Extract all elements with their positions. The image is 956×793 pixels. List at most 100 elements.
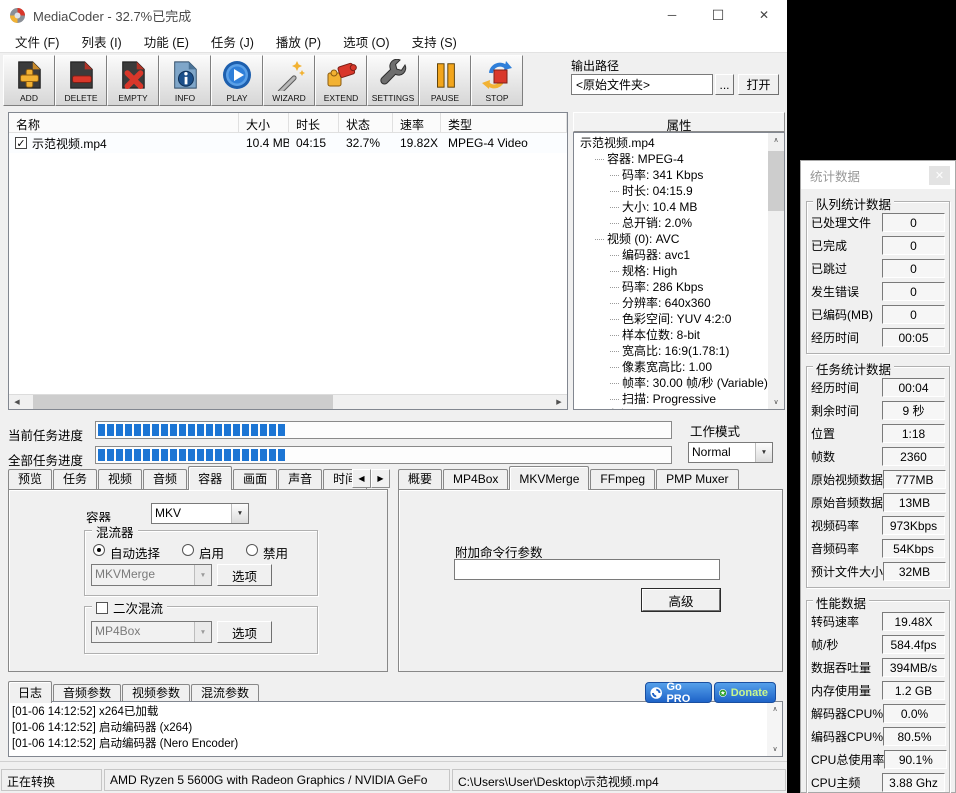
maximize-button[interactable]: ☐ [695, 0, 741, 30]
menu-item-4[interactable]: 播放 (P) [265, 30, 332, 53]
extra-params-input[interactable] [454, 559, 720, 580]
vertical-scrollbar[interactable]: ∧ ∨ [768, 133, 784, 409]
donate-button[interactable]: Donate [714, 682, 776, 703]
toolbar-button-empty[interactable]: EMPTY [107, 55, 159, 106]
tree-item[interactable]: 编码器: avc1 [574, 247, 768, 263]
tab-MKVMerge[interactable]: MKVMerge [509, 466, 589, 490]
menu-item-5[interactable]: 选项 (O) [332, 30, 401, 53]
radio-icon[interactable] [246, 544, 258, 556]
scroll-up-icon[interactable]: ∧ [768, 133, 784, 147]
properties-header[interactable]: 属性 [573, 112, 785, 132]
tree-item[interactable]: 规格: High [574, 263, 768, 279]
tree-item[interactable]: 时长: 04:15.9 [574, 183, 768, 199]
tab-画面[interactable]: 画面 [233, 469, 277, 489]
advanced-button[interactable]: 高级 [642, 589, 720, 611]
toolbar-button-settings[interactable]: SETTINGS [367, 55, 419, 106]
toolbar-button-delete[interactable]: DELETE [55, 55, 107, 106]
tree-item[interactable]: 像素宽高比: 1.00 [574, 359, 768, 375]
column-header-0[interactable]: 名称 [9, 113, 239, 132]
tab-视频参数[interactable]: 视频参数 [122, 684, 190, 702]
tree-item[interactable]: 宽高比: 16:9(1.78:1) [574, 343, 768, 359]
radio-icon[interactable] [182, 544, 194, 556]
radio-启用[interactable]: 启用 [182, 543, 224, 562]
scroll-up-icon[interactable]: ∧ [767, 702, 783, 716]
chevron-down-icon[interactable]: ▼ [755, 443, 772, 462]
minimize-button[interactable]: ─ [649, 0, 695, 30]
tab-scroll-left-icon[interactable]: ◀ [352, 469, 371, 488]
column-header-5[interactable]: 类型 [441, 113, 567, 132]
tab-PMP Muxer[interactable]: PMP Muxer [656, 469, 738, 489]
radio-icon[interactable] [93, 544, 105, 556]
scroll-left-icon[interactable]: ◀ [9, 395, 25, 409]
menu-item-6[interactable]: 支持 (S) [401, 30, 468, 53]
tree-item[interactable]: 视频 (0): AVC [574, 231, 768, 247]
scrollbar-thumb[interactable] [768, 151, 784, 211]
chevron-down-icon[interactable]: ▼ [231, 504, 248, 523]
column-header-3[interactable]: 状态 [339, 113, 393, 132]
tab-音频参数[interactable]: 音频参数 [53, 684, 121, 702]
menu-item-2[interactable]: 功能 (E) [133, 30, 200, 53]
scrollbar-thumb[interactable] [33, 395, 333, 409]
tab-预览[interactable]: 预览 [8, 469, 52, 489]
column-header-4[interactable]: 速率 [393, 113, 441, 132]
menu-item-0[interactable]: 文件 (F) [4, 30, 70, 53]
close-icon[interactable]: ✕ [929, 166, 950, 185]
output-path-input[interactable] [571, 74, 713, 95]
remux-muxer-select[interactable]: MP4Box ▼ [91, 621, 212, 643]
tab-混流参数[interactable]: 混流参数 [191, 684, 259, 702]
remux-options-button[interactable]: 选项 [217, 621, 272, 643]
open-button[interactable]: 打开 [738, 74, 779, 95]
container-format-select[interactable]: MKV ▼ [151, 503, 249, 524]
scroll-right-icon[interactable]: ▶ [551, 395, 567, 409]
remux-checkbox[interactable] [96, 602, 108, 614]
toolbar-button-info[interactable]: INFO [159, 55, 211, 106]
browse-button[interactable]: ... [715, 74, 734, 95]
tab-任务[interactable]: 任务 [53, 469, 97, 489]
tree-item[interactable]: 色彩空间: YUV 4:2:0 [574, 311, 768, 327]
tree-item[interactable]: 码率: 286 Kbps [574, 279, 768, 295]
table-row[interactable]: ✓示范视频.mp410.4 MB04:1532.7%19.82XMPEG-4 V… [9, 133, 567, 153]
column-header-2[interactable]: 时长 [289, 113, 339, 132]
toolbar-button-play[interactable]: PLAY [211, 55, 263, 106]
radio-自动选择[interactable]: 自动选择 [93, 543, 160, 562]
row-checkbox[interactable]: ✓ [15, 137, 27, 149]
toolbar-button-wizard[interactable]: WIZARD [263, 55, 315, 106]
scroll-down-icon[interactable]: ∨ [767, 742, 783, 756]
menu-item-3[interactable]: 任务 (J) [200, 30, 265, 53]
radio-禁用[interactable]: 禁用 [246, 543, 288, 562]
muxer-select[interactable]: MKVMerge ▼ [91, 564, 212, 586]
tab-概要[interactable]: 概要 [398, 469, 442, 489]
tree-item[interactable]: 扫描: Progressive [574, 391, 768, 407]
go-pro-button[interactable]: Go PRO [645, 682, 712, 703]
tab-容器[interactable]: 容器 [188, 466, 232, 490]
log-scrollbar[interactable]: ∧ ∨ [767, 702, 782, 756]
tree-item[interactable]: 分辨率: 640x360 [574, 295, 768, 311]
horizontal-scrollbar[interactable]: ◀ ▶ [9, 394, 567, 409]
tree-item[interactable]: 样本位数: 8-bit [574, 327, 768, 343]
tab-FFmpeg[interactable]: FFmpeg [590, 469, 655, 489]
toolbar-button-extend[interactable]: EXTEND [315, 55, 367, 106]
scroll-down-icon[interactable]: ∨ [768, 395, 784, 409]
tree-item[interactable]: 帧率: 30.00 帧/秒 (Variable) [574, 375, 768, 391]
tab-视频[interactable]: 视频 [98, 469, 142, 489]
tab-日志[interactable]: 日志 [8, 681, 52, 703]
tab-scroll-right-icon[interactable]: ▶ [371, 469, 390, 488]
tab-MP4Box[interactable]: MP4Box [443, 469, 508, 489]
tree-item[interactable]: 音频 (0): AAC [574, 407, 768, 410]
tree-item[interactable]: 总开销: 2.0% [574, 215, 768, 231]
chevron-down-icon[interactable]: ▼ [194, 565, 211, 585]
toolbar-button-stop[interactable]: STOP [471, 55, 523, 106]
close-button[interactable]: ✕ [741, 0, 787, 30]
tree-item[interactable]: 示范视频.mp4 [574, 135, 768, 151]
column-header-1[interactable]: 大小 [239, 113, 289, 132]
chevron-down-icon[interactable]: ▼ [194, 622, 211, 642]
tab-音频[interactable]: 音频 [143, 469, 187, 489]
tab-声音[interactable]: 声音 [278, 469, 322, 489]
tree-item[interactable]: 大小: 10.4 MB [574, 199, 768, 215]
work-mode-select[interactable]: Normal ▼ [688, 442, 773, 463]
menu-item-1[interactable]: 列表 (I) [70, 30, 132, 53]
toolbar-button-add[interactable]: ADD [3, 55, 55, 106]
tree-item[interactable]: 码率: 341 Kbps [574, 167, 768, 183]
tree-item[interactable]: 容器: MPEG-4 [574, 151, 768, 167]
muxer-options-button[interactable]: 选项 [217, 564, 272, 586]
